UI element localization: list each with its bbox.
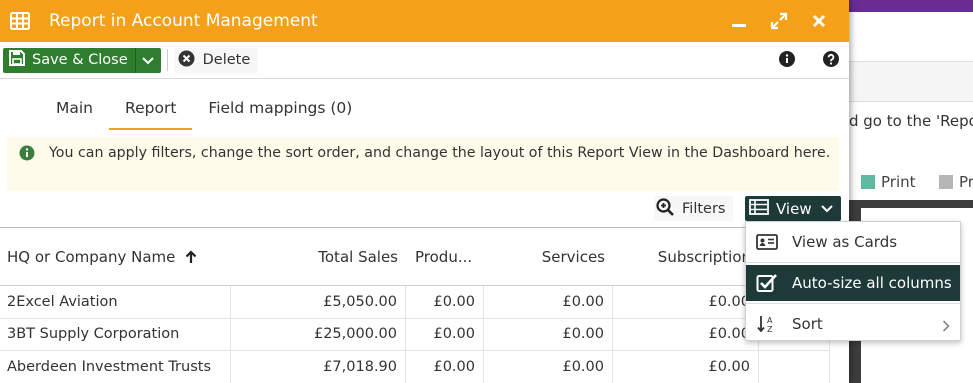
dialog-titlebar: Report in Account Management [0, 0, 849, 42]
menu-divider [746, 303, 960, 304]
cell-services: £0.00 [484, 318, 613, 350]
cell-company: Aberdeen Investment Trusts [0, 351, 231, 383]
cell-products: £0.00 [406, 318, 484, 350]
delete-button[interactable]: Delete [173, 47, 259, 73]
column-header-total-sales[interactable]: Total Sales [231, 228, 406, 285]
cell-products: £0.00 [406, 351, 484, 383]
table-row[interactable]: 2Excel Aviation £5,050.00 £0.00 £0.00 £0… [0, 286, 830, 319]
tab-main[interactable]: Main [40, 99, 109, 130]
cell-subscription: £0.00 [613, 351, 759, 383]
background-topbar [849, 0, 973, 12]
report-filterbar: Filters View [0, 196, 849, 226]
table-row[interactable]: Aberdeen Investment Trusts £7,018.90 £0.… [0, 351, 830, 383]
background-header [849, 12, 973, 62]
chevron-right-icon [942, 318, 950, 336]
expand-icon[interactable] [769, 11, 789, 31]
sort-ascending-icon [185, 249, 197, 264]
column-header-subscription[interactable]: Subscription [613, 228, 759, 285]
info-notice: You can apply filters, change the sort o… [7, 137, 839, 191]
cell-total-sales: £5,050.00 [231, 286, 406, 318]
dialog-title: Report in Account Management [49, 11, 318, 31]
delete-label: Delete [202, 52, 251, 68]
table-icon [10, 12, 30, 30]
view-button[interactable]: View [745, 196, 841, 221]
cell-company: 2Excel Aviation [0, 286, 231, 318]
search-plus-icon [656, 197, 674, 220]
menu-item-sort[interactable]: AZ Sort [746, 306, 960, 342]
save-close-button[interactable]: Save & Close [3, 47, 136, 73]
checkbox-checked-icon [756, 273, 778, 293]
sort-alpha-icon: AZ [756, 314, 778, 334]
save-options-dropdown[interactable] [136, 48, 161, 73]
toolbar-right [779, 42, 839, 79]
background-text: d go to the 'Repo [849, 112, 973, 130]
background-legend-pr: Pr [939, 172, 973, 192]
legend-label: Pr [959, 173, 973, 191]
filters-button[interactable]: Filters [654, 196, 734, 221]
info-circle-icon [19, 145, 35, 161]
menu-item-label: Auto-size all columns [792, 274, 952, 292]
tab-report[interactable]: Report [109, 99, 193, 130]
cell-subscription: £0.00 [613, 286, 759, 318]
column-header-label: HQ or Company Name [7, 247, 176, 266]
cell-company: 3BT Supply Corporation [0, 318, 231, 350]
floppy-disk-icon [8, 49, 26, 71]
cell-services: £0.00 [484, 286, 613, 318]
cell-extra [759, 351, 830, 383]
minimize-icon[interactable] [729, 11, 749, 31]
save-close-button-group: Save & Close [3, 47, 161, 73]
title-actions [729, 0, 829, 42]
tab-field-mappings[interactable]: Field mappings (0) [192, 99, 368, 130]
dialog-tabs: Main Report Field mappings (0) [0, 79, 849, 130]
chevron-down-icon [820, 204, 833, 213]
toolbar-divider [166, 49, 168, 71]
column-header-services[interactable]: Services [484, 228, 613, 285]
close-icon[interactable] [809, 11, 829, 31]
view-label: View [776, 199, 812, 218]
svg-text:Z: Z [767, 325, 773, 334]
view-dropdown-menu: View as Cards Auto-size all columns AZ S… [745, 221, 961, 341]
legend-swatch [861, 175, 875, 189]
cell-total-sales: £7,018.90 [231, 351, 406, 383]
grid-header: HQ or Company Name Total Sales Produ... … [0, 228, 830, 286]
menu-divider [746, 262, 960, 263]
menu-item-auto-size-columns[interactable]: Auto-size all columns [746, 265, 960, 301]
background-legend-print: Print [861, 172, 916, 192]
menu-item-label: Sort [792, 315, 823, 333]
cell-subscription: £0.00 [613, 318, 759, 350]
dialog-toolbar: Save & Close Delete [0, 42, 849, 79]
report-grid: HQ or Company Name Total Sales Produ... … [0, 227, 830, 383]
svg-text:A: A [767, 316, 773, 325]
legend-label: Print [881, 173, 916, 191]
report-dialog: Report in Account Management Save & Clos… [0, 0, 849, 383]
filters-label: Filters [682, 200, 726, 217]
list-view-icon [749, 198, 769, 219]
help-icon[interactable] [823, 50, 839, 71]
menu-item-view-as-cards[interactable]: View as Cards [746, 224, 960, 260]
table-row[interactable]: 3BT Supply Corporation £25,000.00 £0.00 … [0, 318, 830, 351]
legend-swatch [939, 175, 953, 189]
cell-products: £0.00 [406, 286, 484, 318]
notice-text: You can apply filters, change the sort o… [49, 145, 831, 161]
delete-circle-icon [178, 50, 195, 71]
column-header-products[interactable]: Produ... [406, 228, 484, 285]
background-band [849, 62, 973, 102]
info-icon[interactable] [779, 50, 795, 71]
cell-services: £0.00 [484, 351, 613, 383]
column-header-company[interactable]: HQ or Company Name [0, 228, 231, 285]
menu-item-label: View as Cards [792, 233, 898, 251]
save-close-label: Save & Close [32, 52, 128, 68]
chevron-down-icon [142, 51, 154, 69]
cell-total-sales: £25,000.00 [231, 318, 406, 350]
id-card-icon [756, 232, 778, 252]
